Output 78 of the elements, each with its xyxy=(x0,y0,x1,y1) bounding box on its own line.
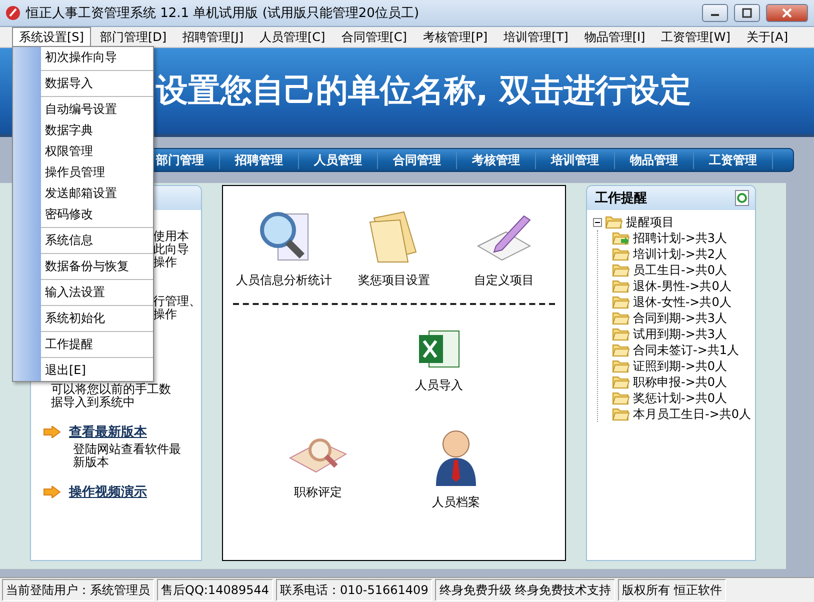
tree-item[interactable]: 职称申报->共0人 xyxy=(633,374,728,390)
guide-text: 可以将您以前的手工数 xyxy=(51,383,172,396)
menu-item[interactable]: 密码修改 xyxy=(41,204,153,225)
close-icon xyxy=(782,8,792,18)
arrow-icon xyxy=(43,486,61,498)
panel-title: 工作提醒 xyxy=(595,190,647,207)
function-label[interactable]: 奖惩项目设置 xyxy=(358,272,430,289)
guide-text: 据导入到系统中 xyxy=(51,396,136,409)
status-text: 联系电话：010-51661409 xyxy=(276,579,432,601)
tree-item[interactable]: 奖惩计划->共0人 xyxy=(633,390,728,406)
menu-bar-item[interactable]: 招聘管理[J] xyxy=(176,26,250,48)
banner-text[interactable]: 设置您自己的单位名称, 双击进行设定 xyxy=(156,69,692,113)
guide-link[interactable]: 操作视频演示 xyxy=(69,483,147,501)
guide-text: 操作 xyxy=(153,308,178,321)
menu-bar-item[interactable]: 关于[A] xyxy=(739,26,796,48)
status-text: 版权所有 恒正软件 xyxy=(618,579,726,601)
menu-item[interactable]: 数据字典 xyxy=(41,120,153,141)
folder-icon xyxy=(605,215,623,229)
menu-item[interactable]: 系统信息 xyxy=(41,230,153,251)
tree-item[interactable]: 合同未签订->共1人 xyxy=(633,342,740,358)
menu-item[interactable]: 数据备份与恢复 xyxy=(41,256,153,277)
menu-item[interactable]: 自动编号设置 xyxy=(41,99,153,120)
link-description: 登陆网站查看软件最新版本 xyxy=(72,441,182,469)
tree-item[interactable]: 证照到期->共0人 xyxy=(633,358,728,374)
function-label[interactable]: 职称评定 xyxy=(294,484,342,501)
nav-item[interactable]: 工资管理 xyxy=(694,152,773,168)
tree-item[interactable]: 试用到期->共3人 xyxy=(633,326,728,342)
menu-bar-item[interactable]: 考核管理[P] xyxy=(416,26,495,48)
nav-item[interactable]: 招聘管理 xyxy=(220,152,299,168)
maximize-button[interactable] xyxy=(734,4,760,22)
nav-item[interactable]: 合同管理 xyxy=(378,152,457,168)
function-label[interactable]: 自定义项目 xyxy=(474,272,534,289)
window-title: 恒正人事工资管理系统 12.1 单机试用版 (试用版只能管理20位员工) xyxy=(26,5,420,22)
menu-item[interactable]: 工作提醒 xyxy=(41,334,153,355)
menu-bar-item[interactable]: 部门管理[D] xyxy=(92,26,174,48)
menu-item[interactable]: 退出[E] xyxy=(41,360,153,381)
menu-item[interactable]: 系统初始化 xyxy=(41,308,153,329)
status-text: 售后QQ:14089544 xyxy=(157,579,274,601)
guide-text: 使用本 xyxy=(153,230,190,243)
guide-text: 行管理、 xyxy=(153,295,201,308)
function-label[interactable]: 人员信息分析统计 xyxy=(236,272,332,289)
tree-item[interactable]: 本月员工生日->共0人 xyxy=(633,406,752,422)
tree-item[interactable]: 培训计划->共2人 xyxy=(633,246,728,262)
tree-item[interactable]: 提醒项目 xyxy=(626,214,674,230)
person-icon xyxy=(434,428,478,488)
menu-bar-item[interactable]: 工资管理[W] xyxy=(654,26,738,48)
status-text: 终身免费升级 终身免费技术支持 xyxy=(435,579,616,601)
menu-item[interactable]: 输入法设置 xyxy=(41,282,153,303)
menu-item[interactable]: 发送邮箱设置 xyxy=(41,183,153,204)
guide-text: 此向导 xyxy=(153,243,190,256)
menu-item[interactable]: 初次操作向导 xyxy=(41,47,153,68)
nav-item[interactable]: 考核管理 xyxy=(457,152,536,168)
maximize-icon xyxy=(742,8,752,18)
collapse-icon[interactable] xyxy=(593,218,602,226)
nav-item[interactable]: 培训管理 xyxy=(536,152,615,168)
nav-item[interactable]: 人员管理 xyxy=(299,152,378,168)
tree-item[interactable]: 合同到期->共3人 xyxy=(633,310,728,326)
menu-bar-item[interactable]: 合同管理[C] xyxy=(334,26,414,48)
refresh-icon[interactable] xyxy=(735,190,749,206)
status-text: 当前登陆用户：系统管理员 xyxy=(2,579,154,601)
nav-item[interactable]: 物品管理 xyxy=(615,152,694,168)
app-logo-icon xyxy=(6,6,20,20)
tree-item[interactable]: 退休-男性->共0人 xyxy=(633,278,732,294)
guide-text: 操作 xyxy=(153,256,178,269)
tree-item[interactable]: 招聘计划->共3人 xyxy=(633,230,728,246)
tree-item[interactable]: 员工生日->共0人 xyxy=(633,262,728,278)
menu-item[interactable]: 数据导入 xyxy=(41,73,153,94)
close-button[interactable] xyxy=(766,4,808,22)
menu-bar-item[interactable]: 物品管理[I] xyxy=(577,26,652,48)
tree-item[interactable]: 退休-女性->共0人 xyxy=(633,294,732,310)
function-label[interactable]: 人员导入 xyxy=(415,377,463,394)
guide-link[interactable]: 查看最新版本 xyxy=(69,423,147,441)
arrow-icon xyxy=(43,426,61,438)
menu-bar-item[interactable]: 培训管理[T] xyxy=(496,26,576,48)
function-label[interactable]: 人员档案 xyxy=(432,494,480,511)
minimize-button[interactable] xyxy=(702,4,728,22)
menu-bar-item[interactable]: 人员管理[C] xyxy=(252,26,332,48)
menu-bar-item[interactable]: 系统设置[S] xyxy=(12,26,91,48)
